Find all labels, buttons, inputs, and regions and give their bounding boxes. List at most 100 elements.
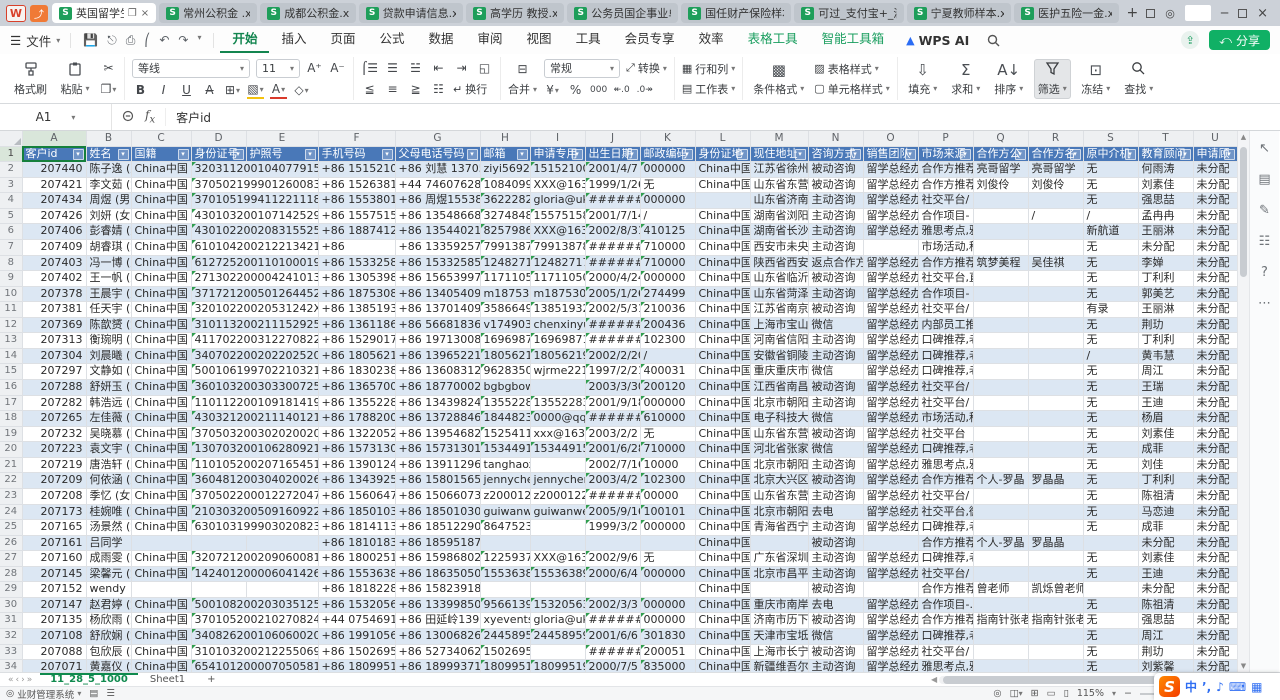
cell-T34[interactable]: 刘紫馨 <box>1138 660 1193 672</box>
sheet-nav-arrows[interactable]: «‹›» <box>4 675 38 685</box>
column-header-H[interactable]: H <box>480 131 530 146</box>
cell-A17[interactable]: 207282 <box>22 395 86 411</box>
cell-L28[interactable]: China中国 <box>695 566 750 582</box>
cell-R11[interactable] <box>1028 302 1083 318</box>
cell-U7[interactable]: 未分配 <box>1193 239 1237 255</box>
new-tab-button[interactable]: + <box>1123 5 1143 21</box>
cell-K14[interactable]: / <box>640 348 695 364</box>
filter-dropdown-icon[interactable]: ▾ <box>737 149 748 160</box>
cell-L26[interactable]: China中国 <box>695 535 750 551</box>
cell-O10[interactable]: 留学总经办 <box>863 286 918 302</box>
cell-P23[interactable]: 社交平台/ <box>918 488 973 504</box>
ime-punct-icon[interactable]: ’, <box>1202 680 1211 694</box>
cell-U3[interactable]: 未分配 <box>1193 177 1237 193</box>
menu-item-4[interactable]: 公式 <box>368 27 417 53</box>
cell-B7[interactable]: 胡睿琪 (女 <box>86 239 131 255</box>
cell-K9[interactable]: 000000 <box>640 271 695 287</box>
cell-N23[interactable]: 主动咨询 <box>808 488 863 504</box>
cell-R8[interactable]: 吴佳祺 <box>1028 255 1083 271</box>
cell-G15[interactable]: +86 1360831276 <box>395 364 480 380</box>
more-icon[interactable]: ⋯ <box>1258 296 1271 311</box>
cell-S30[interactable]: 无 <box>1083 597 1138 613</box>
cell-A25[interactable]: 207165 <box>22 520 86 536</box>
cell-P34[interactable]: 雅思考点,雅 <box>918 660 973 672</box>
cell-Q29[interactable]: 曾老师 <box>973 582 1028 598</box>
cell-A27[interactable]: 207160 <box>22 551 86 567</box>
copy-button[interactable]: ❐▾ <box>100 81 117 98</box>
zoom-level[interactable]: 115% <box>1077 688 1104 699</box>
cell-M21[interactable]: 北京市朝阳 <box>750 457 808 473</box>
sheet-tab-active[interactable]: 11_28_5_1000 <box>40 673 138 686</box>
cell-P15[interactable]: 口碑推荐,老 <box>918 364 973 380</box>
cell-N26[interactable]: 被动咨询 <box>808 535 863 551</box>
cell-D3[interactable]: 370502199901260083 <box>191 177 318 193</box>
cell-D21[interactable]: 110105200207165451 <box>191 457 318 473</box>
redo-icon[interactable]: ↷ <box>178 33 188 48</box>
row-header-20[interactable]: 20 <box>0 442 22 458</box>
cell-J4[interactable]: ######## <box>585 193 640 209</box>
cell-B31[interactable]: 杨欣雨 (女 <box>86 613 131 629</box>
menu-item-12[interactable]: 智能工具箱 <box>810 27 897 53</box>
row-header-25[interactable]: 25 <box>0 520 22 536</box>
cell-K11[interactable]: 210036 <box>640 302 695 318</box>
cell-L20[interactable]: China中国 <box>695 442 750 458</box>
cell-D28[interactable]: 142401200006041426 <box>191 566 318 582</box>
cell-P28[interactable]: 社交平台/ <box>918 566 973 582</box>
cell-J8[interactable]: ######## <box>585 255 640 271</box>
cell-L2[interactable]: China中国 <box>695 162 750 178</box>
filter-dropdown-icon[interactable]: ▾ <box>118 149 129 160</box>
cell-Q14[interactable] <box>973 348 1028 364</box>
cell-S28[interactable]: 无 <box>1083 566 1138 582</box>
cell-K32[interactable]: 301830 <box>640 629 695 645</box>
cut-button[interactable]: ✂ <box>100 60 117 77</box>
cell-N16[interactable]: 被动咨询 <box>808 380 863 396</box>
cell-K27[interactable]: 无 <box>640 551 695 567</box>
cell-Q7[interactable] <box>973 239 1028 255</box>
filter-dropdown-icon[interactable]: ▾ <box>1015 149 1026 160</box>
cell-H10[interactable]: m1875308 <box>480 286 530 302</box>
cell-R12[interactable] <box>1028 317 1083 333</box>
cell-R15[interactable] <box>1028 364 1083 380</box>
cell-F27[interactable]: +86 18002510 <box>318 551 395 567</box>
globe-icon[interactable]: ◎ <box>1165 7 1175 20</box>
name-box[interactable]: A1 ▾ <box>0 104 112 130</box>
row-header-14[interactable]: 14 <box>0 348 22 364</box>
cell-S22[interactable]: 无 <box>1083 473 1138 489</box>
cell-B23[interactable]: 季忆 (女) <box>86 488 131 504</box>
cell-G21[interactable]: +86 1391129694 <box>395 457 480 473</box>
cell-K7[interactable]: 710000 <box>640 239 695 255</box>
cell-U15[interactable]: 未分配 <box>1193 364 1237 380</box>
cell-N3[interactable]: 被动咨询 <box>808 177 863 193</box>
cell-O21[interactable]: 留学总经办 <box>863 457 918 473</box>
cell-R5[interactable]: / <box>1028 208 1083 224</box>
cell-F11[interactable]: +86 13851932 <box>318 302 395 318</box>
cell-B18[interactable]: 左佳薇 (女 <box>86 411 131 427</box>
cell-M11[interactable]: 江苏省南京 <box>750 302 808 318</box>
cell-H25[interactable]: 864752343 <box>480 520 530 536</box>
cell-O26[interactable] <box>863 535 918 551</box>
decrease-font-icon[interactable]: A⁻ <box>329 60 346 77</box>
cell-M23[interactable]: 山东省东营 <box>750 488 808 504</box>
cell-F7[interactable]: +86 <box>318 239 395 255</box>
cell-A8[interactable]: 207403 <box>22 255 86 271</box>
cell-I18[interactable]: 0000@qq <box>530 411 585 427</box>
cell-B16[interactable]: 舒妍玉 (女 <box>86 380 131 396</box>
cell-P17[interactable]: 社交平台/ <box>918 395 973 411</box>
cell-U28[interactable]: 未分配 <box>1193 566 1237 582</box>
cell-C19[interactable]: China中国 <box>131 426 191 442</box>
cell-F18[interactable]: +86 17882007 <box>318 411 395 427</box>
cell-U2[interactable]: 未分配 <box>1193 162 1237 178</box>
cell-H31[interactable]: xyevents@ <box>480 613 530 629</box>
cell-K1[interactable]: 邮政编码▾ <box>640 146 695 162</box>
cell-S17[interactable]: 无 <box>1083 395 1138 411</box>
filter-dropdown-icon[interactable]: ▾ <box>572 149 583 160</box>
cell-R20[interactable] <box>1028 442 1083 458</box>
cell-C31[interactable]: China中国 <box>131 613 191 629</box>
cell-H4[interactable]: 362228235 <box>480 193 530 209</box>
column-header-Q[interactable]: Q <box>973 131 1028 146</box>
cell-T8[interactable]: 李婵 <box>1138 255 1193 271</box>
cell-J20[interactable]: 2001/6/28 <box>585 442 640 458</box>
row-header-21[interactable]: 21 <box>0 457 22 473</box>
filter-dropdown-icon[interactable]: ▾ <box>905 149 916 160</box>
cell-M2[interactable]: 江苏省徐州 <box>750 162 808 178</box>
